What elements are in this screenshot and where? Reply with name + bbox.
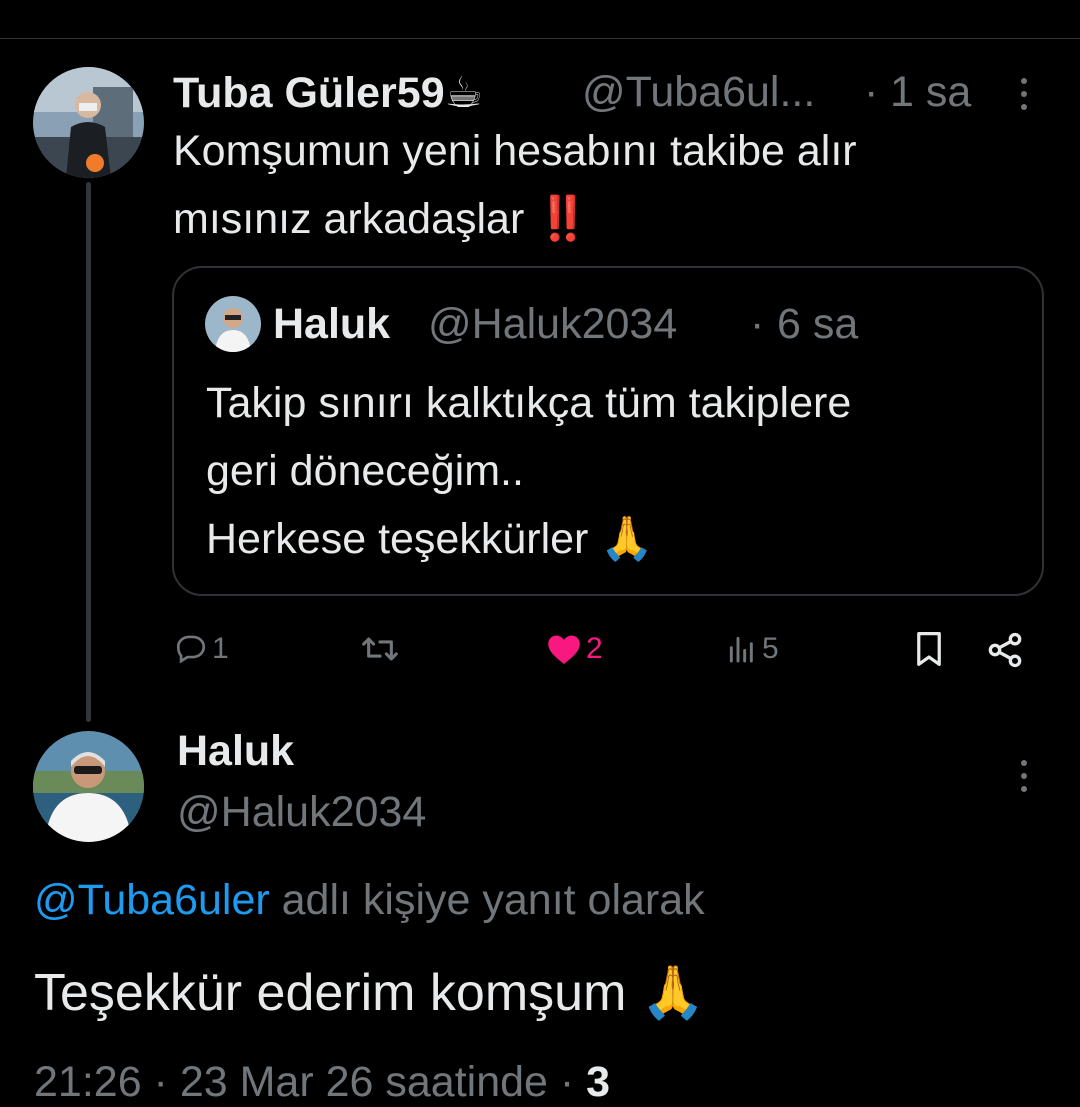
reply-meta-count: 3: [586, 1058, 611, 1106]
views-icon: [729, 636, 753, 663]
reply-handle[interactable]: @Haluk2034: [177, 788, 426, 837]
parent-text-line1: Komşumun yeni hesabını takibe alır: [173, 127, 857, 175]
parent-time[interactable]: 1 sa: [890, 68, 971, 117]
parent-text-line2: mısınız arkadaşlar ‼️: [173, 195, 590, 243]
reply-display-name[interactable]: Haluk: [177, 727, 294, 776]
haluk-avatar[interactable]: [33, 731, 144, 842]
tuba-avatar[interactable]: [33, 67, 144, 178]
heart-icon: [548, 635, 580, 664]
quoted-text-line3: Herkese teşekkürler 🙏: [206, 515, 654, 563]
reply-button[interactable]: 1: [174, 632, 229, 666]
reply-to-mention[interactable]: @Tuba6uler: [34, 876, 270, 924]
quoted-display-name[interactable]: Haluk: [273, 300, 390, 349]
top-divider: [0, 38, 1080, 39]
more-icon[interactable]: [1020, 78, 1028, 110]
quoted-text-line1: Takip sınırı kalktıkça tüm takiplere: [206, 379, 852, 427]
reply-text: Teşekkür ederim komşum 🙏: [34, 964, 706, 1022]
thread-line: [86, 182, 91, 722]
parent-display-name[interactable]: Tuba Güler59☕: [173, 68, 483, 118]
bookmark-icon: [917, 632, 941, 666]
parent-separator: ·: [864, 68, 879, 116]
share-button[interactable]: [985, 630, 1025, 670]
views-button[interactable]: 5: [726, 632, 779, 666]
share-icon: [988, 632, 1022, 668]
quoted-separator: ·: [750, 300, 765, 348]
retweet-button[interactable]: [360, 632, 404, 666]
parent-handle[interactable]: @Tuba6ul...: [582, 68, 815, 117]
reply-count: 1: [212, 632, 229, 665]
like-count: 2: [586, 632, 603, 665]
quoted-time[interactable]: 6 sa: [777, 300, 858, 349]
view-count: 5: [762, 632, 779, 665]
reply-to-suffix: adlı kişiye yanıt olarak: [281, 876, 705, 924]
reply-icon: [176, 635, 206, 664]
reply-more-icon[interactable]: [1020, 760, 1028, 792]
quoted-avatar[interactable]: [205, 296, 261, 352]
quoted-text-line2: geri döneceğim..: [206, 447, 524, 495]
like-button[interactable]: 2: [546, 632, 603, 666]
reply-timestamp[interactable]: 21:26 · 23 Mar 26 saatinde ·: [34, 1058, 586, 1106]
bookmark-button[interactable]: [911, 630, 947, 668]
quoted-handle[interactable]: @Haluk2034: [428, 300, 677, 349]
retweet-icon: [362, 637, 398, 661]
reply-context: @Tuba6uler adlı kişiye yanıt olarak: [34, 876, 705, 925]
